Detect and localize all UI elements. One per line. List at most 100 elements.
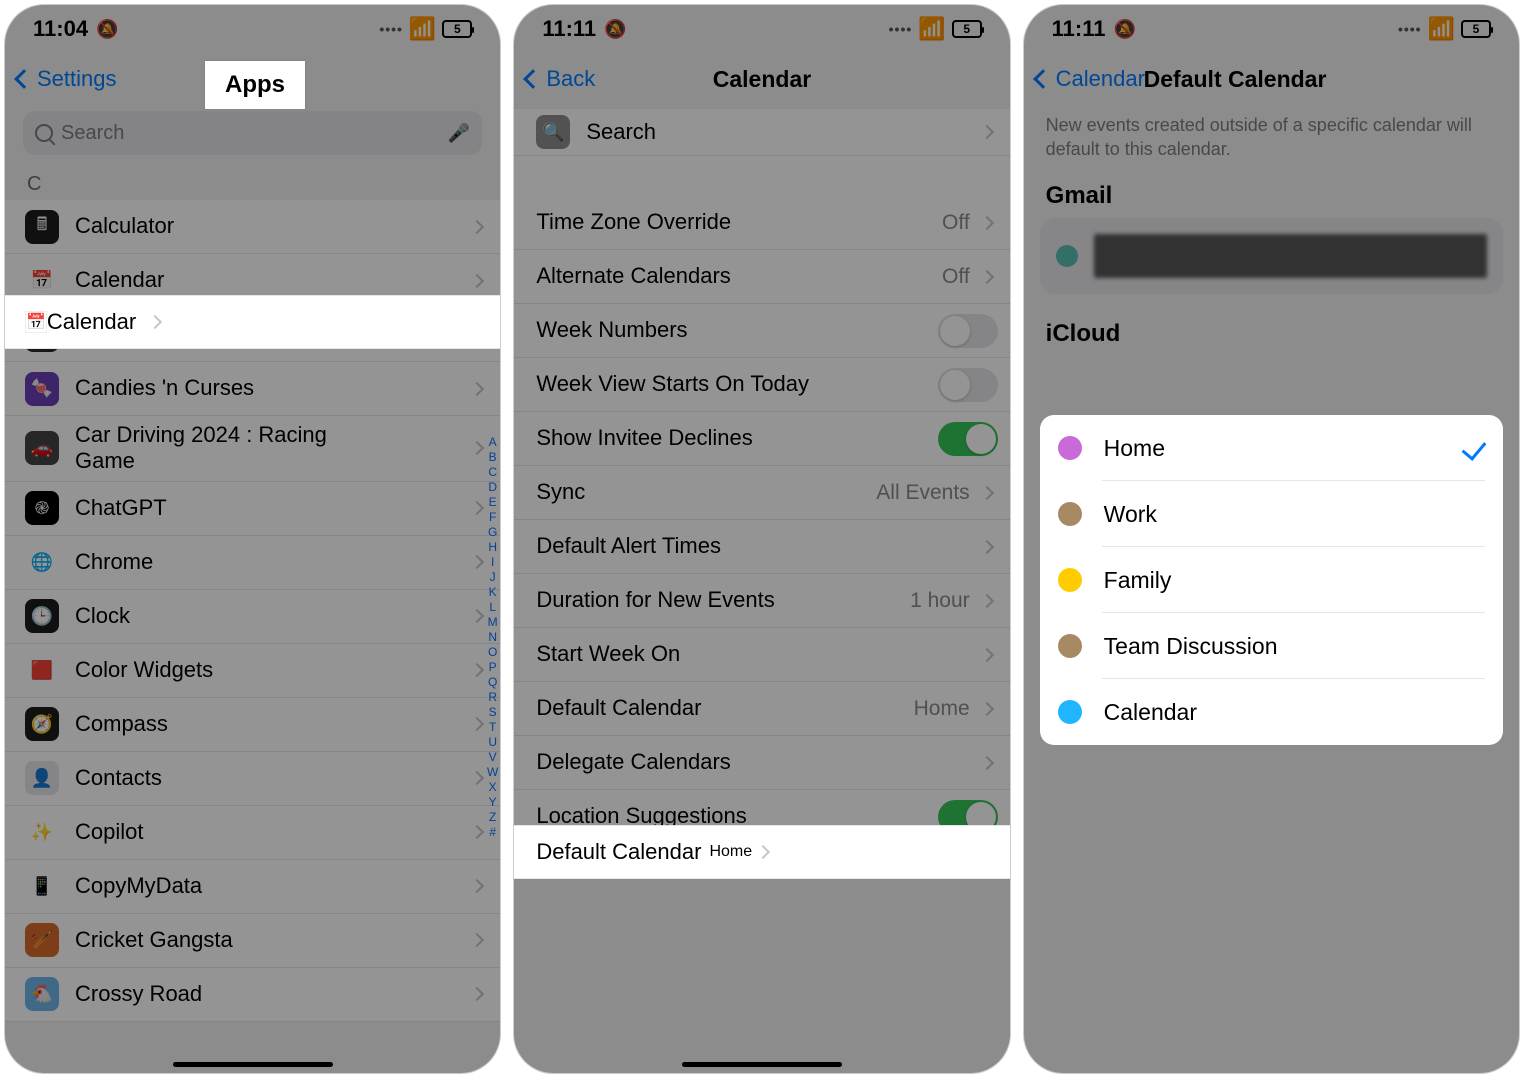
- settings-row[interactable]: Default Alert Times: [514, 520, 1009, 574]
- index-letter[interactable]: C: [487, 465, 498, 479]
- home-indicator[interactable]: [173, 1062, 333, 1067]
- row-default-calendar-highlight[interactable]: Default Calendar Home: [514, 825, 1009, 879]
- index-letter[interactable]: U: [487, 735, 498, 749]
- nav-bar: Calendar Default Calendar: [1024, 53, 1519, 105]
- app-name: Calculator: [75, 213, 182, 239]
- app-row[interactable]: 🟥 Color Widgets: [5, 644, 500, 698]
- calendar-option-row[interactable]: Home: [1040, 415, 1503, 481]
- index-letter[interactable]: N: [487, 630, 498, 644]
- app-row[interactable]: 🖩 Calculator: [5, 200, 500, 254]
- app-row[interactable]: 🏏 Cricket Gangsta: [5, 914, 500, 968]
- settings-row[interactable]: Week Numbers: [514, 304, 1009, 358]
- toggle-switch[interactable]: [938, 368, 998, 402]
- index-letter[interactable]: Y: [487, 795, 498, 809]
- index-letter[interactable]: F: [487, 510, 498, 524]
- settings-row[interactable]: Duration for New Events1 hour: [514, 574, 1009, 628]
- toggle-switch[interactable]: [938, 422, 998, 456]
- index-letter[interactable]: Q: [487, 675, 498, 689]
- settings-row[interactable]: SyncAll Events: [514, 466, 1009, 520]
- index-bar[interactable]: ABCDEFGHIJKLMNOPQRSTUVWXYZ#: [487, 435, 498, 839]
- calendar-option-row[interactable]: Team Discussion: [1040, 613, 1503, 679]
- app-name: ChatGPT: [75, 495, 175, 521]
- chevron-right-icon: [470, 933, 484, 947]
- app-icon: 🌐: [25, 545, 59, 579]
- settings-row[interactable]: Delegate Calendars: [514, 736, 1009, 790]
- calendar-color-dot-icon: [1058, 436, 1082, 460]
- app-row[interactable]: 🐔 Crossy Road: [5, 968, 500, 1022]
- row-value: Home: [914, 697, 970, 721]
- battery-icon: 5: [1461, 20, 1491, 38]
- index-letter[interactable]: I: [487, 555, 498, 569]
- index-letter[interactable]: E: [487, 495, 498, 509]
- index-letter[interactable]: Z: [487, 810, 498, 824]
- row-label: Week View Starts On Today: [536, 371, 817, 397]
- index-letter[interactable]: S: [487, 705, 498, 719]
- calendar-option-row[interactable]: Calendar: [1040, 679, 1503, 745]
- app-row[interactable]: 🍬 Candies 'n Curses: [5, 362, 500, 416]
- row-label: Time Zone Override: [536, 209, 739, 235]
- index-letter[interactable]: T: [487, 720, 498, 734]
- row-label: Sync: [536, 479, 593, 505]
- gmail-calendar-row[interactable]: [1040, 218, 1503, 294]
- app-row[interactable]: ✨ Copilot: [5, 806, 500, 860]
- app-row[interactable]: 🌐 Chrome: [5, 536, 500, 590]
- settings-row[interactable]: 🔍Search: [514, 109, 1009, 156]
- index-letter[interactable]: O: [487, 645, 498, 659]
- index-letter[interactable]: W: [487, 765, 498, 779]
- mic-icon[interactable]: 🎤: [448, 123, 470, 144]
- app-row[interactable]: 🧭 Compass: [5, 698, 500, 752]
- mute-icon: 🔕: [604, 19, 626, 40]
- settings-row[interactable]: Start Week On: [514, 628, 1009, 682]
- app-row[interactable]: ֎ ChatGPT: [5, 482, 500, 536]
- settings-row[interactable]: Default CalendarHome: [514, 682, 1009, 736]
- row-label: Alternate Calendars: [536, 263, 738, 289]
- checkmark-icon: [1462, 435, 1487, 461]
- chevron-right-icon: [470, 273, 484, 287]
- index-letter[interactable]: J: [487, 570, 498, 584]
- app-icon: 🍬: [25, 372, 59, 406]
- calendar-option-row[interactable]: Work: [1040, 481, 1503, 547]
- index-letter[interactable]: M: [487, 615, 498, 629]
- index-letter[interactable]: B: [487, 450, 498, 464]
- index-letter[interactable]: X: [487, 780, 498, 794]
- app-row-calendar-highlight[interactable]: 📅 Calendar: [5, 295, 500, 349]
- row-value: Home: [709, 843, 752, 861]
- index-letter[interactable]: R: [487, 690, 498, 704]
- battery-icon: 5: [442, 20, 472, 38]
- index-letter[interactable]: A: [487, 435, 498, 449]
- chevron-right-icon: [470, 879, 484, 893]
- toggle-switch[interactable]: [938, 314, 998, 348]
- index-letter[interactable]: #: [487, 825, 498, 839]
- settings-row[interactable]: Show Invitee Declines: [514, 412, 1009, 466]
- settings-row[interactable]: Time Zone OverrideOff: [514, 196, 1009, 250]
- back-button[interactable]: Settings: [17, 66, 117, 92]
- settings-row[interactable]: Week View Starts On Today: [514, 358, 1009, 412]
- search-icon: 🔍: [536, 115, 570, 149]
- search-field[interactable]: Search 🎤: [23, 111, 482, 155]
- back-button[interactable]: Calendar: [1036, 66, 1145, 92]
- chevron-right-icon: [470, 441, 484, 455]
- app-row[interactable]: 📱 CopyMyData: [5, 860, 500, 914]
- back-button[interactable]: Back: [526, 66, 595, 92]
- home-indicator[interactable]: [682, 1062, 842, 1067]
- index-letter[interactable]: L: [487, 600, 498, 614]
- chevron-right-icon: [470, 771, 484, 785]
- chevron-right-icon: [470, 381, 484, 395]
- app-name: Calendar: [75, 267, 172, 293]
- mute-icon: 🔕: [1114, 19, 1136, 40]
- calendar-name: Work: [1104, 501, 1157, 528]
- app-row[interactable]: 🕒 Clock: [5, 590, 500, 644]
- row-label: Default Calendar: [536, 839, 709, 865]
- calendar-option-row[interactable]: Family: [1040, 547, 1503, 613]
- index-letter[interactable]: P: [487, 660, 498, 674]
- app-row[interactable]: 👤 Contacts: [5, 752, 500, 806]
- index-letter[interactable]: H: [487, 540, 498, 554]
- row-label: Start Week On: [536, 641, 688, 667]
- index-letter[interactable]: K: [487, 585, 498, 599]
- index-letter[interactable]: V: [487, 750, 498, 764]
- cell-dots-icon: ••••: [1398, 21, 1422, 37]
- index-letter[interactable]: G: [487, 525, 498, 539]
- settings-row[interactable]: Alternate CalendarsOff: [514, 250, 1009, 304]
- app-row[interactable]: 🚗 Car Driving 2024 : Racing Game: [5, 416, 500, 482]
- index-letter[interactable]: D: [487, 480, 498, 494]
